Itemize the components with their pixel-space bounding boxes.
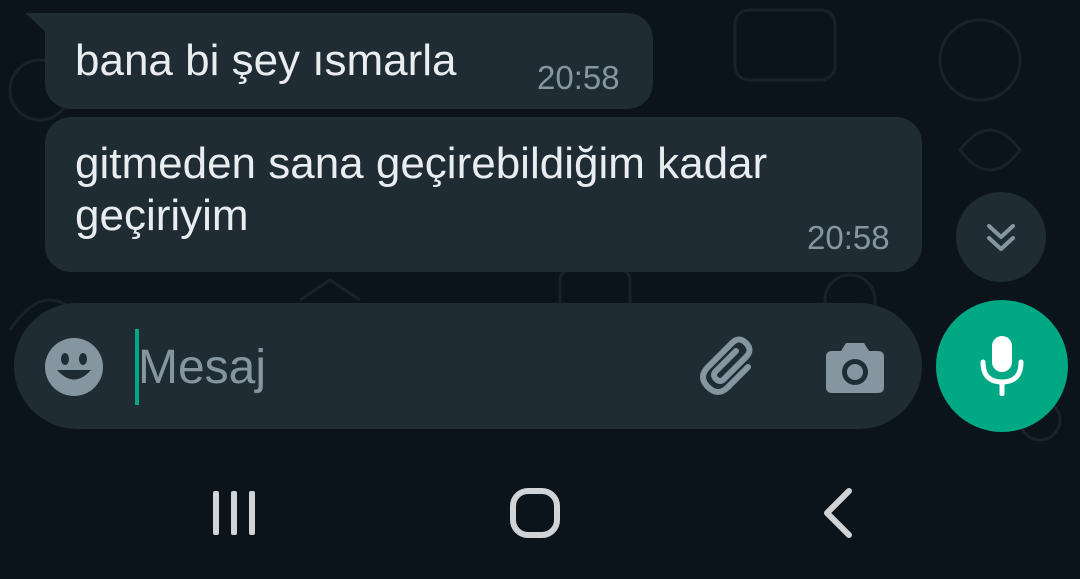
home-icon [510, 488, 560, 538]
message-input[interactable] [138, 327, 678, 407]
message-time: 20:58 [807, 219, 890, 256]
home-button[interactable] [500, 485, 570, 541]
camera-icon[interactable] [824, 337, 886, 397]
paperclip-icon[interactable] [696, 333, 766, 403]
message-composer [14, 303, 922, 429]
recents-button[interactable] [200, 485, 268, 541]
back-button[interactable] [808, 485, 868, 541]
message-bubble[interactable]: bana bi şey ısmarla 20:58 [25, 13, 653, 109]
message-time: 20:58 [537, 59, 620, 96]
microphone-icon [980, 336, 1024, 396]
bubble-tail [25, 13, 49, 35]
emoji-icon[interactable] [44, 337, 104, 397]
message-bubble[interactable]: gitmeden sana geçirebildiğim kadar geçir… [45, 117, 922, 272]
message-text: gitmeden sana geçirebildiğim kadar geçir… [75, 139, 768, 240]
back-icon [824, 488, 852, 538]
scroll-to-bottom-button[interactable] [956, 192, 1046, 282]
system-navigation-bar [0, 445, 1080, 579]
recents-icon [213, 491, 255, 535]
double-chevron-down-icon [987, 224, 1015, 251]
voice-message-button[interactable] [936, 300, 1068, 432]
message-text: bana bi şey ısmarla [75, 36, 457, 85]
